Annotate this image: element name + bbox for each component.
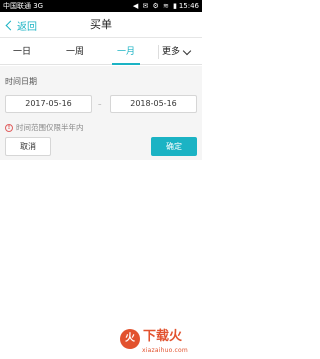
status-bar: 中国联通 3G ◀ ✉ ⚙ ≋ ▮ 15:46 bbox=[0, 0, 202, 12]
start-date-field[interactable]: 2017-05-16 bbox=[5, 95, 92, 113]
chevron-down-icon bbox=[182, 46, 192, 55]
carrier-label: 中国联通 3G bbox=[3, 2, 44, 10]
cancel-button[interactable]: 取消 bbox=[5, 137, 51, 156]
back-label: 返回 bbox=[17, 21, 37, 33]
end-date-field[interactable]: 2018-05-16 bbox=[110, 95, 197, 113]
range-hint: ! 时间范围仅限半年内 bbox=[5, 122, 84, 133]
back-button[interactable]: 返回 bbox=[5, 18, 37, 33]
date-separator: – bbox=[98, 100, 102, 108]
tab-month[interactable]: 一月 bbox=[106, 39, 146, 65]
watermark-logo-icon: 火 bbox=[120, 329, 140, 349]
tab-divider bbox=[158, 45, 159, 59]
clock: 15:46 bbox=[178, 2, 199, 10]
period-tabs: 一日 一周 一月 更多 bbox=[0, 39, 202, 65]
chevron-left-icon bbox=[5, 20, 16, 30]
watermark-text: 下载火 bbox=[143, 329, 183, 344]
range-hint-text: 时间范围仅限半年内 bbox=[16, 123, 84, 132]
more-label: 更多 bbox=[162, 47, 181, 57]
date-range-label: 时间日期 bbox=[5, 77, 37, 86]
confirm-button[interactable]: 确定 bbox=[151, 137, 197, 156]
more-dropdown[interactable]: 更多 bbox=[162, 39, 192, 65]
watermark-url: xiazaihuo.com bbox=[142, 347, 188, 354]
nav-bar: 返回 买单 bbox=[0, 12, 202, 38]
status-icons: ◀ ✉ ⚙ ≋ ▮ bbox=[132, 2, 178, 10]
warning-icon: ! bbox=[5, 123, 13, 132]
tab-week[interactable]: 一周 bbox=[55, 39, 95, 65]
tab-day[interactable]: 一日 bbox=[2, 39, 42, 65]
watermark: 火 下载火 xiazaihuo.com bbox=[118, 328, 202, 359]
